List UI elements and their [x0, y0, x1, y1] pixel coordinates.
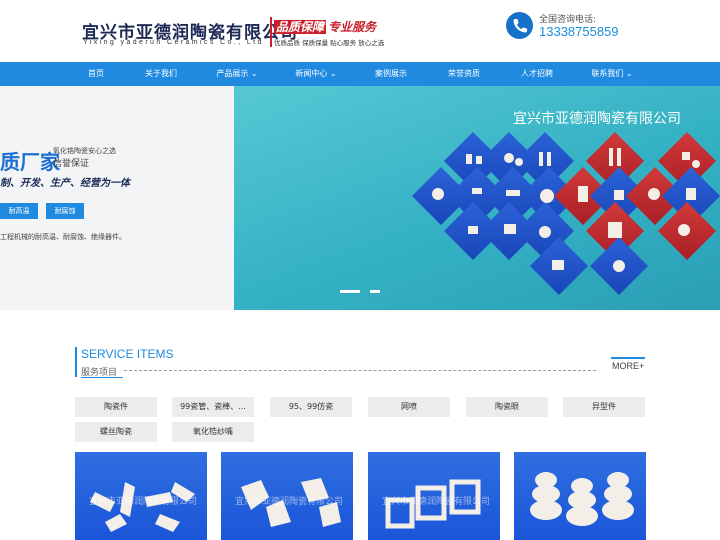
- category-ceramic-parts[interactable]: 陶瓷件: [75, 397, 157, 417]
- product-card[interactable]: 宜兴市亚德润陶瓷有限公司: [368, 452, 500, 540]
- slider-dot-active[interactable]: [340, 290, 360, 293]
- banner-left-title: 质厂家: [0, 150, 60, 174]
- banner-tag-heat: 耐高温: [0, 203, 38, 219]
- category-ceramic-tubes[interactable]: 99瓷管、瓷棒、...: [172, 397, 254, 417]
- nav-item-honors[interactable]: 荣誉资质: [443, 62, 485, 86]
- category-zirconia-nozzle[interactable]: 氧化锆纱嘴: [172, 422, 254, 442]
- slogan-subtext: 优质品质 保质保量 贴心服务 放心之选: [274, 39, 385, 47]
- product-card[interactable]: 宜兴市亚德润陶瓷有限公司: [75, 452, 207, 540]
- section-accent-bar: [75, 347, 77, 377]
- category-imitation-ceramic[interactable]: 95、99仿瓷: [270, 397, 352, 417]
- logo-english-name: Yixing yaderun Ceramics Co., Ltd: [83, 39, 264, 46]
- nav-item-contact[interactable]: 联系我们 ⌄: [587, 62, 637, 86]
- slogan-service: 专业服务: [328, 20, 377, 34]
- hero-banner[interactable]: 质厂家 氧化锆陶瓷安心之选 信誉保证 制、开发、生产、经营为一体 耐高温 耐腐蚀…: [0, 86, 720, 310]
- phone-icon: [506, 12, 533, 39]
- slider-dot[interactable]: [370, 290, 380, 293]
- product-card[interactable]: 宜兴市亚德润陶瓷有限公司: [221, 452, 353, 540]
- category-spray[interactable]: 网喷: [368, 397, 450, 417]
- category-special-shaped[interactable]: 异型件: [563, 397, 645, 417]
- phone-number[interactable]: 13338755859: [539, 24, 619, 39]
- product-watermark: 宜兴市亚德润陶瓷有限公司: [89, 497, 198, 507]
- slogan-quality: 品质保障: [274, 20, 327, 34]
- category-screw-ceramic[interactable]: 螺丝陶瓷: [75, 422, 157, 442]
- section-underline: [81, 377, 123, 378]
- section-divider: [124, 370, 596, 371]
- logo-divider: [270, 17, 272, 47]
- banner-left-desc: 工程机械的耐高温、耐腐蚀、绝缘器件。: [0, 233, 126, 241]
- banner-left-sub2: 信誉保证: [53, 159, 90, 169]
- nav-item-products[interactable]: 产品展示 ⌄: [212, 62, 262, 86]
- site-header: 宜兴市亚德润陶瓷有限公司 Yixing yaderun Ceramics Co.…: [0, 0, 720, 62]
- product-watermark: 宜兴市亚德润陶瓷有限公司: [382, 497, 491, 507]
- nav-item-home[interactable]: 首页: [80, 62, 112, 86]
- nav-item-about[interactable]: 关于我们: [140, 62, 182, 86]
- product-watermark: 宜兴市亚德润陶瓷有限公司: [235, 497, 344, 507]
- nav-item-news[interactable]: 新闻中心 ⌄: [291, 62, 341, 86]
- more-accent: [611, 357, 645, 359]
- category-ceramic-eyelet[interactable]: 陶瓷眼: [466, 397, 548, 417]
- banner-company-title: 宜兴市亚德润陶瓷有限公司: [513, 111, 681, 127]
- main-nav: 首页 关于我们 产品展示 ⌄ 新闻中心 ⌄ 案例展示 荣誉资质 人才招聘 联系我…: [0, 62, 720, 86]
- nav-item-cases[interactable]: 案例展示: [370, 62, 412, 86]
- product-image: [530, 472, 634, 526]
- banner-slide-prev: 质厂家 氧化锆陶瓷安心之选 信誉保证 制、开发、生产、经营为一体 耐高温 耐腐蚀…: [0, 86, 234, 310]
- banner-left-tagline: 制、开发、生产、经营为一体: [0, 178, 130, 189]
- banner-tag-corrosion: 耐腐蚀: [46, 203, 84, 219]
- product-card[interactable]: [514, 452, 646, 540]
- slogan: 品质保障 专业服务: [274, 18, 376, 35]
- nav-item-jobs[interactable]: 人才招聘: [516, 62, 558, 86]
- more-link[interactable]: MORE+: [612, 361, 644, 371]
- section-title-en: SERVICE ITEMS: [81, 347, 174, 361]
- banner-left-sub1: 氧化锆陶瓷安心之选: [53, 147, 116, 155]
